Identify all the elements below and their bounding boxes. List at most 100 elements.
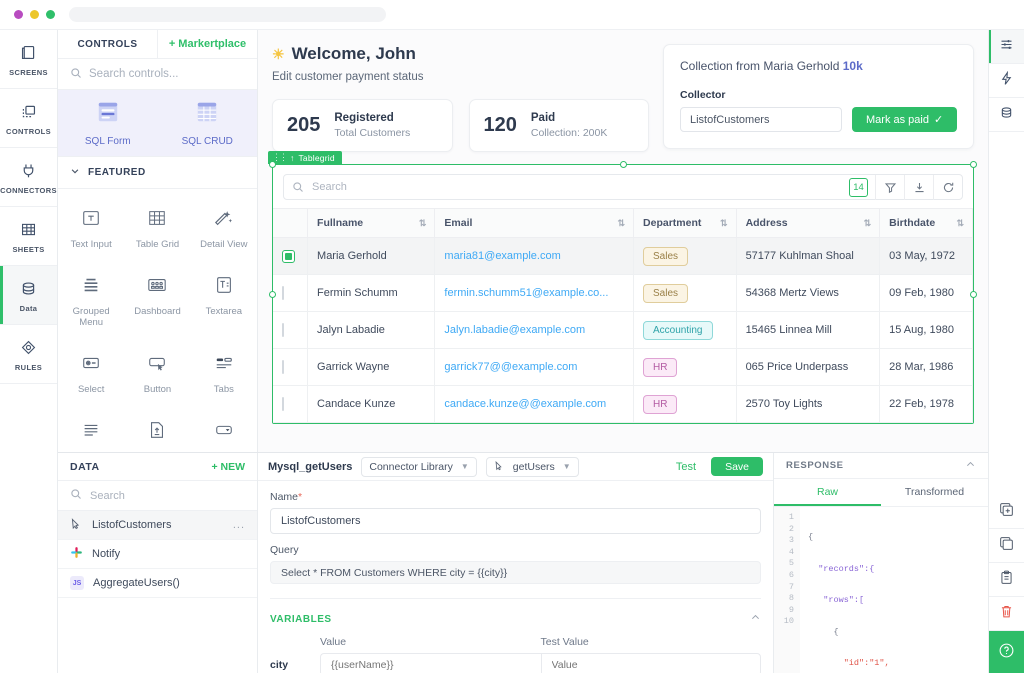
tablegrid-widget[interactable]: ⋮⋮ ↑ Tablegrid [272, 164, 974, 424]
control-sql-form[interactable]: SQL Form [58, 100, 158, 147]
refresh-icon[interactable] [933, 175, 962, 200]
url-bar[interactable] [69, 7, 386, 22]
resize-handle-top-right[interactable] [970, 161, 977, 168]
row-checkbox[interactable] [282, 323, 284, 337]
minimize-dot[interactable] [30, 10, 39, 19]
resize-handle-top-left[interactable] [269, 161, 276, 168]
table-row[interactable]: Fermin Schumm fermin.schumm51@example.co… [273, 275, 973, 312]
variables-section-header[interactable]: VARIABLES [270, 598, 761, 632]
table-row[interactable]: Garrick Wayne garrick77@@example.com HR … [273, 349, 973, 386]
maximize-dot[interactable] [46, 10, 55, 19]
sidebar-item-screens[interactable]: SCREENS [0, 30, 57, 89]
row-checkbox-cell[interactable] [273, 238, 308, 275]
control-table-grid[interactable]: Table Grid [124, 195, 190, 262]
help-button[interactable] [989, 631, 1024, 673]
name-input[interactable] [270, 508, 761, 534]
variable-value-input[interactable] [320, 653, 541, 673]
duplicate-add-button[interactable] [989, 495, 1024, 529]
sort-icon[interactable]: ⇅ [720, 218, 727, 229]
data-search[interactable] [58, 481, 257, 511]
search-controls-input[interactable] [89, 68, 245, 80]
col-department[interactable]: Department⇅ [634, 209, 737, 238]
row-checkbox-cell[interactable] [273, 312, 308, 349]
controls-search[interactable] [58, 59, 257, 90]
properties-panel-button[interactable] [989, 30, 1024, 64]
test-button[interactable]: Test [670, 461, 702, 473]
data-item-menu-icon[interactable]: ... [233, 519, 245, 531]
chevron-up-icon[interactable] [750, 610, 761, 628]
control-grouped-menu[interactable]: Grouped Menu [58, 262, 124, 340]
sidebar-item-data[interactable]: Data [0, 266, 57, 325]
delete-button[interactable] [989, 597, 1024, 631]
data-panel-button[interactable] [989, 98, 1024, 132]
table-row[interactable]: Candace Kunze candace.kunze@@example.com… [273, 386, 973, 423]
cell-email[interactable]: candace.kunze@@example.com [435, 386, 634, 423]
row-checkbox-cell[interactable] [273, 275, 308, 312]
row-checkbox-cell[interactable] [273, 386, 308, 423]
action-select[interactable]: getUsers ▼ [486, 457, 579, 477]
chevron-up-icon[interactable] [965, 457, 976, 475]
tab-controls[interactable]: CONTROLS [58, 30, 157, 58]
resize-handle-middle-left[interactable] [269, 291, 276, 298]
col-birthdate[interactable]: Birthdate⇅ [880, 209, 973, 238]
table-row[interactable]: Jalyn Labadie Jalyn.labadie@example.com … [273, 312, 973, 349]
data-item-aggregateusers[interactable]: JS AggregateUsers() [58, 569, 257, 598]
control-dropdown[interactable]: Dopdown [191, 407, 257, 452]
copy-button[interactable] [989, 529, 1024, 563]
row-checkbox[interactable] [282, 360, 284, 374]
control-button[interactable]: Button [124, 340, 190, 407]
sort-icon[interactable]: ⇅ [956, 218, 963, 229]
resize-handle-middle-right[interactable] [970, 291, 977, 298]
control-file-upload[interactable]: File upload [124, 407, 190, 452]
close-dot[interactable] [14, 10, 23, 19]
sidebar-item-rules[interactable]: RULES [0, 325, 57, 384]
sidebar-item-sheets[interactable]: SHEETS [0, 207, 57, 266]
widget-label-badge[interactable]: ⋮⋮ ↑ Tablegrid [268, 151, 342, 164]
cell-email[interactable]: fermin.schumm51@example.co... [435, 275, 634, 312]
sort-icon[interactable]: ⇅ [617, 218, 624, 229]
tab-raw[interactable]: Raw [774, 479, 881, 506]
sidebar-item-controls[interactable]: CONTROLS [0, 89, 57, 148]
sort-icon[interactable]: ⇅ [864, 218, 871, 229]
actions-panel-button[interactable] [989, 64, 1024, 98]
control-detail-view[interactable]: Detail View [191, 195, 257, 262]
select-all-header[interactable] [273, 209, 308, 238]
paste-button[interactable] [989, 563, 1024, 597]
tab-marketplace[interactable]: + Markertplace [157, 30, 257, 58]
control-sql-crud[interactable]: SQL CRUD [158, 100, 258, 147]
row-checkbox-cell[interactable] [273, 349, 308, 386]
row-checkbox[interactable] [282, 250, 295, 263]
table-search-input[interactable] [312, 181, 849, 193]
collector-input[interactable] [680, 107, 842, 132]
data-item-listofcustomers[interactable]: ListofCustomers ... [58, 511, 257, 540]
sidebar-item-connectors[interactable]: CONNECTORS [0, 148, 57, 207]
control-select[interactable]: Select [58, 340, 124, 407]
cell-email[interactable]: Jalyn.labadie@example.com [435, 312, 634, 349]
filter-icon[interactable] [875, 175, 904, 200]
mark-as-paid-button[interactable]: Mark as paid ✓ [852, 107, 957, 132]
response-header[interactable]: RESPONSE [774, 453, 988, 479]
resize-handle-top-middle[interactable] [620, 161, 627, 168]
query-input[interactable]: Select * FROM Customers WHERE city = {{c… [270, 561, 761, 584]
col-email[interactable]: Email⇅ [435, 209, 634, 238]
variable-test-value-input[interactable] [541, 653, 762, 673]
sort-icon[interactable]: ⇅ [419, 218, 426, 229]
download-icon[interactable] [904, 175, 933, 200]
response-code-viewer[interactable]: 1 2 3 4 5 6 7 8 9 10 { "records":{ "rows… [774, 507, 988, 673]
data-item-notify[interactable]: Notify [58, 540, 257, 569]
data-search-input[interactable] [90, 490, 245, 502]
col-address[interactable]: Address⇅ [736, 209, 880, 238]
tab-transformed[interactable]: Transformed [881, 479, 988, 506]
save-button[interactable]: Save [711, 457, 763, 476]
connector-library-select[interactable]: Connector Library ▼ [361, 457, 476, 477]
control-text-input[interactable]: Text Input [58, 195, 124, 262]
row-checkbox[interactable] [282, 286, 284, 300]
control-text[interactable]: Text [58, 407, 124, 452]
cell-email[interactable]: maria81@example.com [435, 238, 634, 275]
table-row[interactable]: Maria Gerhold maria81@example.com Sales … [273, 238, 973, 275]
row-checkbox[interactable] [282, 397, 284, 411]
cell-email[interactable]: garrick77@@example.com [435, 349, 634, 386]
control-textarea[interactable]: Textarea [191, 262, 257, 340]
col-fullname[interactable]: Fullname⇅ [308, 209, 435, 238]
featured-section-header[interactable]: FEATURED [58, 157, 257, 189]
